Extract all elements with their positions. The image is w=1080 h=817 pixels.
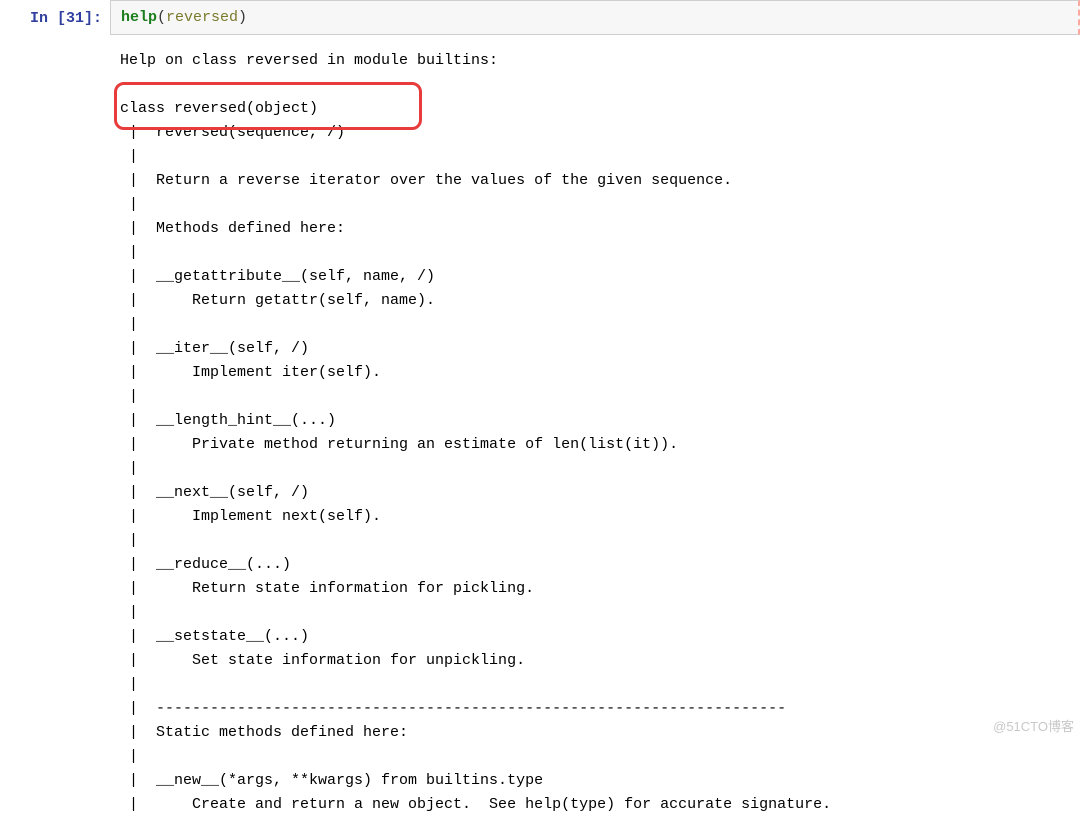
paren-open: ( <box>157 9 166 26</box>
prompt-label: In [31]: <box>30 10 102 27</box>
help-body: | | Return a reverse iterator over the v… <box>120 148 831 813</box>
output-area: Help on class reversed in module builtin… <box>110 35 1080 817</box>
code-arg: reversed <box>166 9 238 26</box>
paren-close: ) <box>238 9 247 26</box>
sig-line: | reversed(sequence, /) <box>120 124 345 141</box>
code-line: help(reversed) <box>121 9 247 26</box>
input-cell: In [31]: help(reversed) <box>0 0 1080 35</box>
class-line: class reversed(object) <box>120 100 318 117</box>
code-input-area[interactable]: help(reversed) <box>110 0 1080 35</box>
help-header: Help on class reversed in module builtin… <box>120 52 498 69</box>
input-prompt: In [31]: <box>0 0 110 27</box>
watermark: @51CTO博客 <box>993 716 1074 735</box>
code-fn: help <box>121 9 157 26</box>
